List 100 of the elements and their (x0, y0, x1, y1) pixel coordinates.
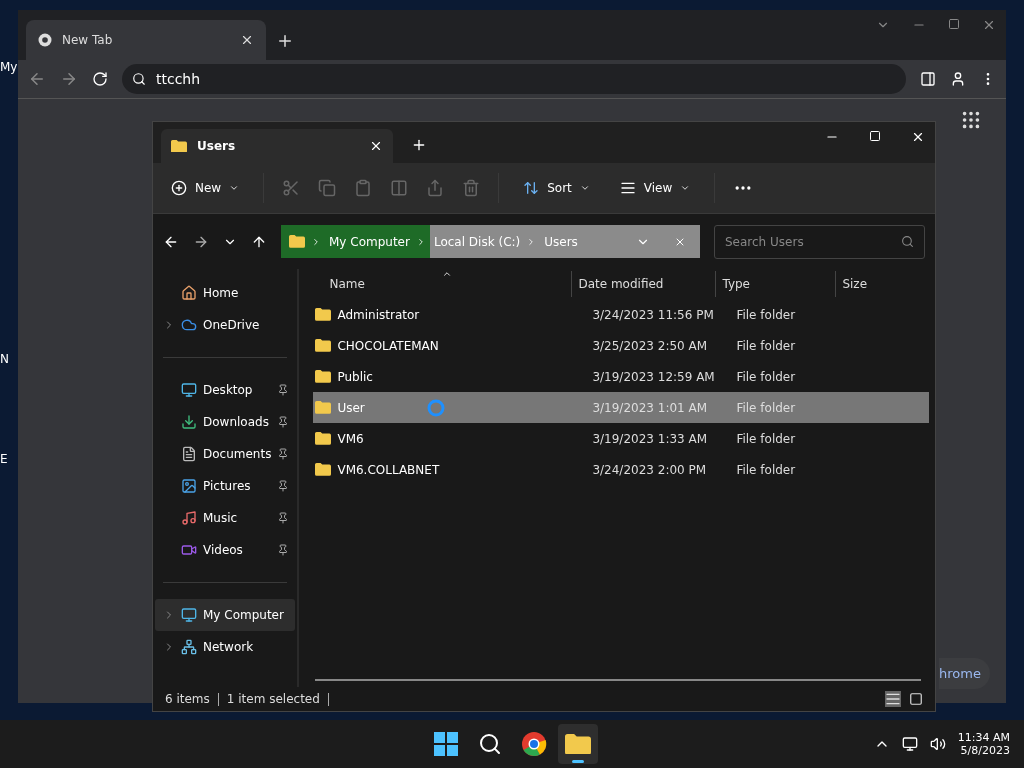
browser-icon (521, 731, 547, 757)
type-cell-text: File folder (735, 307, 797, 322)
reload-icon[interactable] (92, 71, 108, 87)
explorer-tab[interactable]: Users (161, 129, 393, 163)
folder-icon (171, 139, 187, 153)
column-header[interactable]: Date modified (571, 271, 716, 297)
sidebar-item[interactable]: Home (155, 277, 296, 309)
loading-icon (426, 398, 445, 417)
network-icon[interactable] (901, 736, 918, 752)
desktop-icon (181, 382, 197, 398)
view-icon (619, 180, 636, 196)
computer-icon (181, 607, 197, 623)
column-header[interactable]: Name (299, 271, 572, 297)
desktop-icon-label[interactable]: N (0, 352, 9, 366)
file-name: VM6 (337, 431, 364, 446)
folder-icon (315, 401, 332, 414)
search-icon (478, 732, 502, 756)
caret-icon (579, 183, 590, 193)
sidebar-item[interactable]: Documents (155, 438, 296, 470)
clock[interactable]: 11:34 AM 5/8/2023 (957, 731, 1010, 757)
sort-button[interactable]: Sort (517, 176, 596, 200)
desktop-icon-label[interactable]: E (0, 452, 8, 466)
folder-icon (565, 733, 591, 755)
customize-button[interactable]: hrome (939, 658, 990, 689)
profile-icon[interactable] (950, 71, 966, 87)
chevron-icon (311, 236, 321, 247)
tiles-view-icon[interactable] (909, 692, 923, 706)
date-cell-text: 3/19/2023 1:33 AM (591, 431, 709, 446)
date-cell-text: 3/25/2023 2:50 AM (591, 338, 709, 353)
video-icon (181, 542, 197, 558)
copy-icon[interactable] (318, 179, 337, 197)
apps-grid-icon[interactable] (960, 109, 982, 131)
folder-icon (315, 370, 332, 383)
close-icon[interactable] (369, 139, 383, 153)
cloud-icon (181, 317, 197, 333)
browser-tab[interactable]: New Tab (26, 20, 266, 60)
date-cell-text: 3/19/2023 12:59 AM (591, 369, 716, 384)
type-cell-text: File folder (735, 462, 797, 477)
column-header[interactable]: Type (715, 271, 836, 297)
music-icon (181, 510, 197, 526)
address-bar[interactable]: My Computer Local Disk (C:) Users (281, 225, 700, 258)
new-icon (171, 180, 187, 196)
status-text: 6 items (165, 692, 219, 706)
type-cell-text: File folder (735, 431, 797, 446)
file-row[interactable]: VM6.COLLABNET 3/24/2023 2:00 PM File folder (313, 454, 930, 485)
file-name: User (337, 400, 365, 415)
date-cell-text: 3/24/2023 2:00 PM (591, 462, 708, 477)
sidebar-item[interactable]: Downloads (155, 406, 296, 438)
file-name: VM6.COLLABNET (337, 462, 440, 477)
sidebar-item[interactable]: Pictures (155, 470, 296, 502)
date-cell-text: 3/19/2023 1:01 AM (591, 400, 709, 415)
new-tab-icon[interactable] (276, 32, 294, 50)
file-row[interactable]: VM6 3/19/2023 1:33 AM File folder (313, 423, 930, 454)
type-cell-text: File folder (735, 369, 797, 384)
home-icon (181, 285, 197, 301)
file-row[interactable]: CHOCOLATEMAN 3/25/2023 2:50 AM File folder (313, 330, 930, 361)
file-name: CHOCOLATEMAN (337, 338, 439, 353)
sidebar-item[interactable]: Network (155, 631, 296, 663)
details-view-icon[interactable] (885, 691, 901, 707)
cut-icon[interactable] (282, 179, 301, 197)
column-header[interactable]: Size (835, 271, 916, 297)
file-name: Public (337, 369, 373, 384)
search-icon (901, 235, 914, 248)
scrollbar[interactable] (315, 679, 922, 681)
sidebar-item[interactable]: Videos (155, 534, 296, 566)
folder-icon (289, 235, 305, 248)
file-row[interactable]: Public 3/19/2023 12:59 AM File folder (313, 361, 930, 392)
taskbar-app[interactable] (558, 724, 598, 764)
date-cell-text: 3/24/2023 11:56 PM (591, 307, 715, 322)
sort-icon (442, 269, 453, 279)
folder-icon (315, 308, 332, 321)
forward-icon[interactable] (60, 70, 78, 88)
network-icon (181, 639, 197, 655)
picture-icon (181, 478, 197, 494)
document-icon (181, 446, 197, 462)
view-button[interactable]: View (613, 176, 697, 200)
browser-icon (38, 33, 52, 47)
desktop-icon-label[interactable]: My (0, 60, 18, 74)
close-icon[interactable] (240, 33, 254, 47)
status-text: 1 item selected (226, 692, 329, 706)
close-icon[interactable] (911, 130, 925, 144)
search-field[interactable]: Search Users (714, 224, 925, 259)
file-row[interactable]: User 3/19/2023 1:01 AM File folder (313, 392, 930, 423)
file-row[interactable]: Administrator 3/24/2023 11:56 PM File folder (313, 299, 930, 330)
side-panel-icon[interactable] (920, 71, 936, 87)
windows-logo-icon (434, 732, 458, 756)
folder-icon (315, 339, 332, 352)
file-name: Administrator (337, 307, 420, 322)
sidebar-item[interactable]: Music (155, 502, 296, 534)
paste-icon[interactable] (354, 179, 373, 197)
address-bar[interactable]: ttcchh (122, 64, 906, 94)
volume-icon[interactable] (929, 736, 946, 752)
sidebar-item[interactable]: My Computer (155, 599, 296, 631)
delete-icon[interactable] (462, 179, 481, 197)
share-icon[interactable] (426, 179, 445, 197)
new-tab-icon[interactable] (411, 137, 427, 153)
new-button[interactable]: New (165, 176, 246, 200)
folder-icon (315, 432, 332, 445)
sidebar-item[interactable]: Desktop (155, 374, 296, 406)
sidebar-item[interactable]: OneDrive (155, 309, 296, 341)
